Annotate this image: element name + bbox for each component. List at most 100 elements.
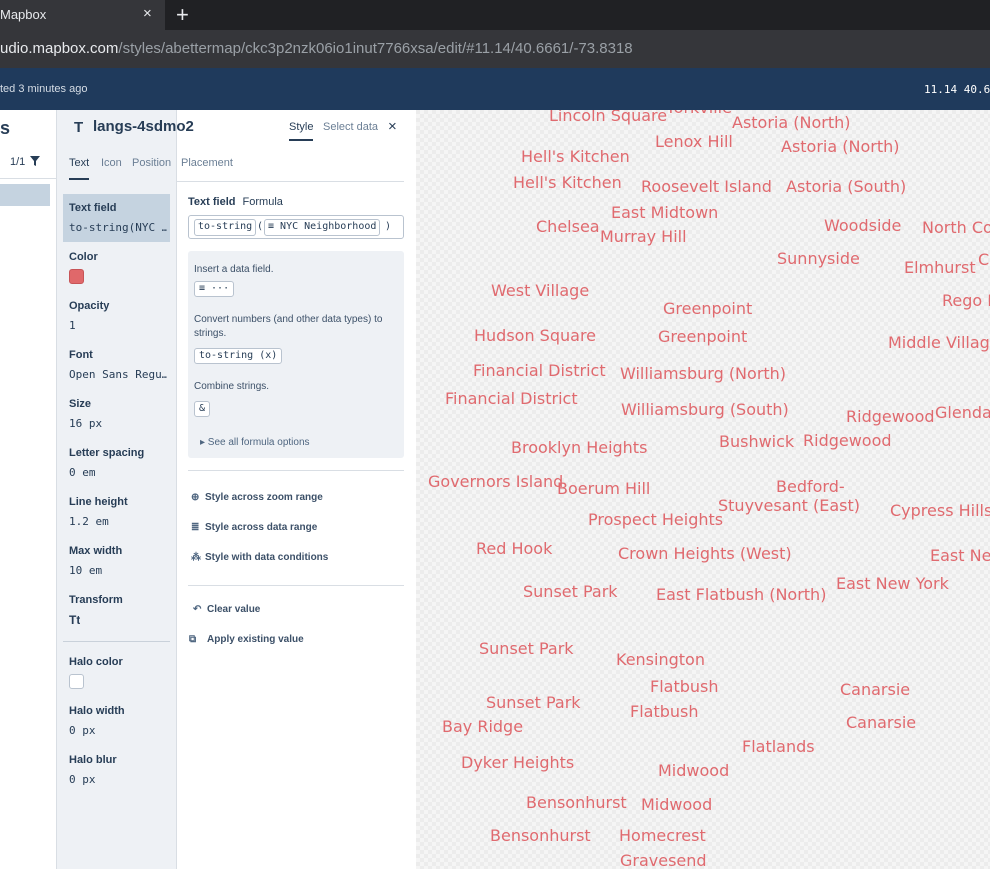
filter-icon[interactable] bbox=[30, 156, 41, 166]
new-tab-button[interactable]: + bbox=[176, 2, 189, 28]
map-label: Astoria (North) bbox=[732, 113, 851, 132]
map-label: Ridgewood bbox=[846, 407, 935, 426]
prop-value-size[interactable]: 16 px bbox=[69, 417, 102, 430]
map-label: Stuyvesant (East) bbox=[718, 496, 860, 515]
layer-header: T langs-4sdmo2 Style Select data × bbox=[57, 110, 416, 148]
action-label: Style across data range bbox=[205, 522, 318, 533]
prop-label-size: Size bbox=[69, 398, 92, 410]
map-label: Sunnyside bbox=[777, 249, 860, 268]
color-swatch[interactable] bbox=[69, 269, 84, 284]
url-text[interactable]: udio.mapbox.com/styles/abettermap/ckc3p2… bbox=[0, 40, 633, 57]
undo-icon: ↶ bbox=[193, 604, 202, 615]
map-label: Crown Heights (West) bbox=[618, 544, 792, 563]
map-label: Boerum Hill bbox=[557, 479, 651, 498]
prop-value-max-width[interactable]: 10 em bbox=[69, 564, 102, 577]
map-label: Gravesend bbox=[620, 851, 707, 869]
layer-filter[interactable]: 1/1 bbox=[10, 156, 41, 168]
action-label: Clear value bbox=[207, 604, 261, 615]
help-convert-text: Convert numbers (and other data types) t… bbox=[194, 314, 383, 339]
style-across-data-button[interactable]: ≣ Style across data range bbox=[191, 522, 317, 533]
subtab-icon[interactable]: Icon bbox=[101, 157, 122, 169]
prop-value-letter-spacing[interactable]: 0 em bbox=[69, 466, 96, 479]
map-label: Ridgewood bbox=[803, 431, 892, 450]
selected-layer-row[interactable] bbox=[0, 184, 50, 206]
map-label: Financial District bbox=[445, 389, 578, 408]
map-label: Williamsburg (North) bbox=[620, 364, 787, 383]
apply-existing-value-button[interactable]: ⧉ Apply existing value bbox=[189, 634, 304, 645]
prop-label-transform: Transform bbox=[69, 594, 123, 606]
prop-label-text-field: Text field bbox=[69, 202, 117, 214]
to-string-chip[interactable]: to-string (x) bbox=[194, 348, 283, 364]
map-label: Midwood bbox=[658, 761, 730, 780]
prop-value-opacity[interactable]: 1 bbox=[69, 319, 76, 332]
map-canvas[interactable]: Lincoln SquareYorkvilleAstoria (North)Le… bbox=[416, 110, 990, 869]
halo-color-swatch[interactable] bbox=[69, 674, 84, 689]
map-label: Elmhurst bbox=[904, 258, 976, 277]
studio-toolbar: ted 3 minutes ago 11.14 40.66 bbox=[0, 68, 990, 110]
tab-select-data[interactable]: Select data bbox=[323, 121, 378, 133]
transform-icon[interactable]: Tt bbox=[69, 613, 80, 627]
tab-style[interactable]: Style bbox=[289, 121, 314, 141]
map-label: Glendal bbox=[935, 403, 990, 422]
clear-value-button[interactable]: ↶ Clear value bbox=[193, 604, 260, 615]
subtab-placement[interactable]: Placement bbox=[181, 157, 233, 169]
data-field-name: NYC Neighborhood bbox=[280, 221, 377, 232]
prop-label-line-height: Line height bbox=[69, 496, 128, 508]
map-label: Rego P bbox=[942, 291, 990, 310]
map-label: Sunset Park bbox=[486, 693, 581, 712]
open-paren: ( bbox=[257, 221, 264, 232]
help-insert-text: Insert a data field. bbox=[194, 264, 274, 275]
layer-name[interactable]: langs-4sdmo2 bbox=[93, 118, 194, 135]
prop-value-text-field[interactable]: to-string(NYC … bbox=[69, 221, 167, 234]
close-paren: ) bbox=[385, 221, 392, 232]
map-label: Murray Hill bbox=[600, 227, 687, 246]
prop-value-halo-blur[interactable]: 0 px bbox=[69, 773, 96, 786]
text-layer-icon: T bbox=[74, 119, 84, 136]
tab-title: Mapbox bbox=[0, 7, 47, 22]
subtab-text[interactable]: Text bbox=[69, 157, 90, 180]
zoom-location-readout: 11.14 40.66 bbox=[924, 83, 990, 96]
concat-chip[interactable]: & bbox=[194, 401, 211, 417]
divider bbox=[63, 641, 170, 642]
map-label: Dyker Heights bbox=[461, 753, 575, 772]
insert-field-chip[interactable]: ≡ ··· bbox=[194, 281, 235, 297]
data-range-icon: ≣ bbox=[191, 522, 200, 533]
map-label: Yorkville bbox=[666, 110, 732, 118]
formula-help: Insert a data field. ≡ ··· Convert numbe… bbox=[188, 251, 404, 458]
map-label: Williamsburg (South) bbox=[621, 400, 789, 419]
map-label: Woodside bbox=[824, 216, 902, 235]
map-label: Governors Island bbox=[428, 472, 564, 491]
formula-input[interactable]: to-string ( ≡ NYC Neighborhood ) bbox=[188, 215, 404, 239]
formula-mode-label[interactable]: Formula bbox=[243, 196, 283, 208]
prop-value-line-height[interactable]: 1.2 em bbox=[69, 515, 109, 528]
map-label: Middle Village bbox=[888, 333, 990, 352]
tab-close-icon[interactable]: × bbox=[143, 5, 152, 22]
address-bar[interactable]: udio.mapbox.com/styles/abettermap/ckc3p2… bbox=[0, 30, 990, 68]
style-data-conditions-button[interactable]: ⁂ Style with data conditions bbox=[191, 552, 328, 563]
subtab-position[interactable]: Position bbox=[132, 157, 171, 169]
map-label: Brooklyn Heights bbox=[511, 438, 648, 457]
map-label: Roosevelt Island bbox=[641, 177, 772, 196]
see-all-formula-options-link[interactable]: ▸ See all formula options bbox=[200, 437, 310, 448]
property-editor: Text field Formula to-string ( ≡ NYC Nei… bbox=[177, 182, 416, 869]
close-icon[interactable]: × bbox=[388, 118, 397, 135]
data-field-chip[interactable]: ≡ NYC Neighborhood bbox=[264, 219, 381, 236]
map-label: Hudson Square bbox=[474, 326, 597, 345]
browser-tab[interactable]: Mapbox × bbox=[0, 0, 165, 30]
map-label: Bensonhurst bbox=[526, 793, 627, 812]
prop-label-font: Font bbox=[69, 349, 93, 361]
map-label: Homecrest bbox=[619, 826, 706, 845]
layers-header: s bbox=[0, 118, 11, 138]
map-label: East New bbox=[930, 546, 990, 565]
prop-label-letter-spacing: Letter spacing bbox=[69, 447, 145, 459]
prop-value-font[interactable]: Open Sans Regu… bbox=[69, 368, 167, 381]
prop-label-color: Color bbox=[69, 251, 98, 263]
function-chip[interactable]: to-string bbox=[194, 219, 257, 236]
prop-value-halo-width[interactable]: 0 px bbox=[69, 724, 96, 737]
map-label: Red Hook bbox=[476, 539, 553, 558]
map-label: Bensonhurst bbox=[490, 826, 591, 845]
map-label: Greenpoint bbox=[658, 327, 748, 346]
map-label: East Flatbush (North) bbox=[656, 585, 827, 604]
style-across-zoom-button[interactable]: ⊕ Style across zoom range bbox=[191, 492, 323, 503]
url-host: udio.mapbox.com bbox=[0, 40, 119, 57]
